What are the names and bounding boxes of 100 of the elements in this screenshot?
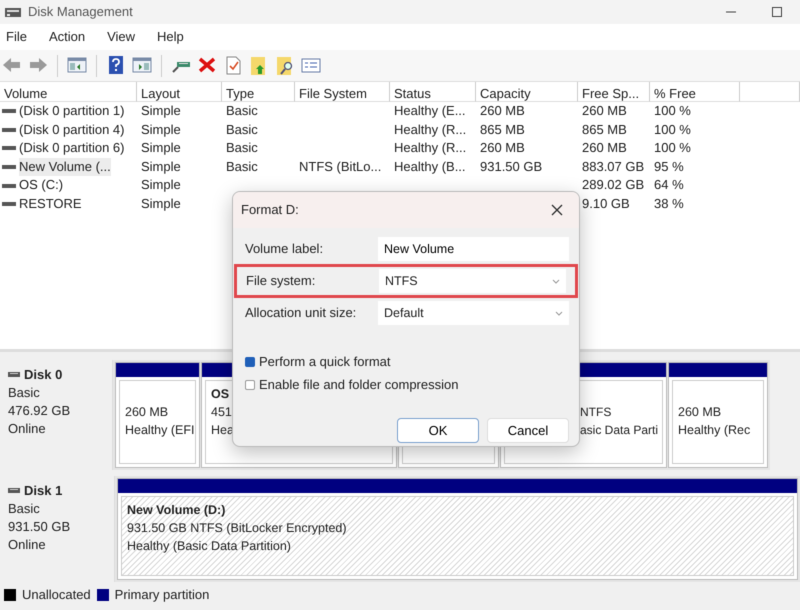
partition-info: NTFS [580,404,612,420]
field-label: Allocation unit size: [245,304,358,322]
volume-name[interactable]: (Disk 0 partition 6) [19,139,124,158]
table-cell: Simple [141,177,181,192]
dialog-title: Format D: [241,201,299,220]
checkbox-label[interactable]: Enable file and folder compression [259,373,458,396]
table-cell: 9.10 GB [582,196,630,211]
table-cell: Basic [226,158,258,174]
partition-info: New Volume (D:) [127,502,226,518]
partition-block[interactable]: 260 MB Healthy (Rec [668,362,768,468]
table-cell: Healthy (R... [394,140,466,156]
close-icon [551,204,563,216]
field-label: File system: [246,272,316,290]
table-cell: 260 MB [480,140,525,156]
disk-info: Basic [8,500,41,518]
table-cell: Healthy (E... [394,103,466,118]
volume-name[interactable]: (Disk 0 partition 4) [19,120,124,140]
column-header[interactable]: Free Sp... [578,82,650,102]
table-cell: 865 MB [480,122,525,137]
dropdown[interactable]: NTFS [379,269,566,293]
drive-icon [2,126,16,133]
drive-icon [2,108,16,114]
column-header[interactable]: Layout [137,82,222,102]
table-cell: 64 % [654,177,684,192]
column-header[interactable]: Type [222,82,295,102]
partition-info: 931.50 GB NTFS (BitLocker Encrypted) [127,520,347,536]
column-header[interactable]: Status [390,82,476,102]
column-header[interactable]: File System [295,82,390,102]
disk-info: Basic [8,384,41,402]
table-cell: 260 MB [582,103,627,118]
volume-name[interactable]: RESTORE [19,194,82,214]
partition-info: Healthy (Rec [678,422,750,438]
table-cell: Healthy (R... [394,122,466,137]
legend-label: Primary partition [114,586,210,604]
checkbox[interactable] [245,356,255,366]
table-cell: NTFS (BitLo... [299,158,382,174]
volume-name[interactable]: New Volume (... [19,158,111,176]
disk-info: Online [8,536,47,554]
disk-info: 476.92 GB [8,402,72,420]
table-cell: Simple [141,158,181,174]
partition-block[interactable]: New Volume (D:) 931.50 GB NTFS (BitLocker Encrypted) Healthy (Basic Data Partition) [117,478,798,580]
drive-icon [2,145,16,152]
dialog-button[interactable]: Cancel [487,418,569,443]
drive-icon [2,164,16,170]
table-cell: 865 MB [582,122,627,137]
back-arrow-icon[interactable] [2,56,22,75]
drive-icon [2,201,16,208]
folder-search-icon[interactable] [275,56,295,75]
dropdown[interactable]: Default [378,301,569,325]
table-cell: 289.02 GB [582,177,644,192]
table-cell: Simple [141,196,181,211]
table-cell: 260 MB [480,103,525,118]
dialog-button[interactable]: OK [397,418,479,443]
partition-info: asic Data Parti [580,422,658,438]
list-view-icon[interactable] [301,56,321,75]
table-cell: 260 MB [582,140,627,156]
disk-info: 931.50 GB [8,518,72,536]
window-title: Disk Management [28,3,133,22]
partition-block[interactable]: 260 MB Healthy (EFI [115,362,200,468]
volume-name[interactable]: (Disk 0 partition 1) [19,102,124,121]
checkbox[interactable] [245,380,255,390]
disk-info: Online [8,420,47,438]
table-cell: 100 % [654,103,691,118]
forward-arrow-icon[interactable] [28,56,48,75]
table-cell: Simple [141,103,181,118]
column-header[interactable]: % Free [650,82,740,102]
table-cell: 95 % [654,158,684,174]
partition-info: 260 MB [125,404,168,420]
column-header[interactable]: Volume [0,82,137,102]
legend-label: Unallocated [22,586,91,604]
menu-item[interactable]: File [6,27,37,47]
table-cell: 38 % [654,196,684,211]
menu-item[interactable]: View [107,27,146,47]
table-cell: Basic [226,103,258,118]
table-cell: 883.07 GB [582,158,644,174]
disk-name: Disk 1 [24,482,62,500]
checkbox-label[interactable]: Perform a quick format [259,350,390,373]
column-header[interactable]: Capacity [476,82,578,102]
input-field[interactable]: New Volume [378,237,569,261]
table-cell: 931.50 GB [480,158,542,174]
table-cell: 100 % [654,122,691,137]
table-cell: Healthy (B... [394,158,466,174]
partition-info: Healthy (EFI [125,422,194,438]
menu-item[interactable]: Action [48,27,96,47]
table-cell: Basic [226,122,258,137]
table-cell: 100 % [654,140,691,156]
drive-icon [2,182,16,189]
menu-item[interactable]: Help [157,27,194,47]
maximize-icon[interactable] [772,7,782,17]
partition-info: 260 MB [678,404,722,420]
action-pane-icon[interactable] [132,56,152,75]
help-icon[interactable] [106,56,126,75]
console-tree-icon[interactable] [67,56,87,75]
delete-icon[interactable] [197,56,217,75]
partition-info: Healthy (Basic Data Partition) [127,538,291,554]
volume-name[interactable]: OS (C:) [19,176,64,195]
partition-info: 451 [211,404,232,420]
table-cell: Simple [141,140,181,156]
chevron-down-icon [552,278,560,284]
table-cell: Simple [141,122,181,137]
